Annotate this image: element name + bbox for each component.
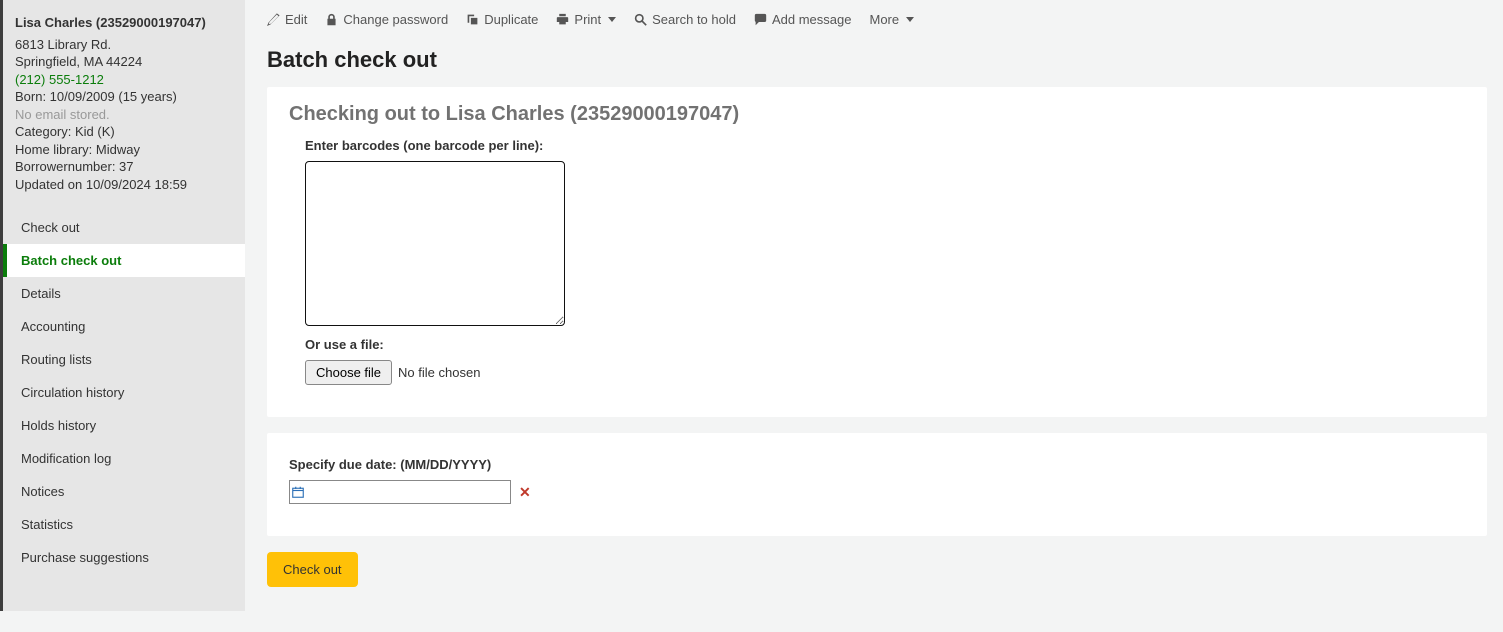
print-label: Print (574, 12, 601, 27)
barcodes-input[interactable] (305, 161, 565, 326)
page-title: Batch check out (267, 47, 1487, 73)
pencil-icon (267, 13, 280, 26)
sidebar-nav: Check outBatch check outDetailsAccountin… (3, 211, 245, 574)
sidebar-item-statistics[interactable]: Statistics (3, 508, 245, 541)
patron-born: Born: 10/09/2009 (15 years) (15, 88, 233, 106)
patron-category: Category: Kid (K) (15, 123, 233, 141)
barcodes-label: Enter barcodes (one barcode per line): (305, 138, 1465, 153)
duplicate-icon (466, 13, 479, 26)
edit-button[interactable]: Edit (267, 12, 307, 27)
caret-down-icon (906, 17, 914, 22)
file-row: Or use a file: Choose file No file chose… (305, 337, 1465, 385)
edit-label: Edit (285, 12, 307, 27)
more-label: More (869, 12, 899, 27)
patron-info: Lisa Charles (23529000197047) 6813 Libra… (3, 0, 245, 211)
checkout-submit-button[interactable]: Check out (267, 552, 358, 587)
sidebar-item-notices[interactable]: Notices (3, 475, 245, 508)
toolbar: Edit Change password Duplicate Print Sea… (267, 10, 1487, 39)
file-label: Or use a file: (305, 337, 1465, 352)
sidebar-item-details[interactable]: Details (3, 277, 245, 310)
file-status: No file chosen (398, 365, 480, 380)
comment-icon (754, 13, 767, 26)
print-icon (556, 13, 569, 26)
patron-email: No email stored. (15, 106, 233, 124)
left-sidebar: Lisa Charles (23529000197047) 6813 Libra… (0, 0, 245, 611)
sidebar-item-holds-history[interactable]: Holds history (3, 409, 245, 442)
barcodes-row: Enter barcodes (one barcode per line): (305, 138, 1465, 329)
patron-borrowernumber: Borrowernumber: 37 (15, 158, 233, 176)
sidebar-item-purchase-suggestions[interactable]: Purchase suggestions (3, 541, 245, 574)
due-date-panel: Specify due date: (MM/DD/YYYY) ✕ (267, 433, 1487, 536)
main-content: Edit Change password Duplicate Print Sea… (245, 0, 1503, 611)
sidebar-item-routing-lists[interactable]: Routing lists (3, 343, 245, 376)
sidebar-item-accounting[interactable]: Accounting (3, 310, 245, 343)
lock-icon (325, 13, 338, 26)
search-to-hold-button[interactable]: Search to hold (634, 12, 736, 27)
due-date-input[interactable] (306, 483, 510, 502)
patron-phone[interactable]: (212) 555-1212 (15, 71, 233, 89)
patron-address-2: Springfield, MA 44224 (15, 53, 233, 71)
add-message-button[interactable]: Add message (754, 12, 852, 27)
print-button[interactable]: Print (556, 12, 616, 27)
change-password-label: Change password (343, 12, 448, 27)
sidebar-item-batch-check-out[interactable]: Batch check out (3, 244, 245, 277)
add-message-label: Add message (772, 12, 852, 27)
more-button[interactable]: More (869, 12, 914, 27)
patron-address-1: 6813 Library Rd. (15, 36, 233, 54)
calendar-icon (290, 486, 306, 498)
search-icon (634, 13, 647, 26)
due-date-label: Specify due date: (MM/DD/YYYY) (289, 457, 1465, 472)
clear-date-button[interactable]: ✕ (519, 484, 531, 501)
sidebar-item-circulation-history[interactable]: Circulation history (3, 376, 245, 409)
choose-file-button[interactable]: Choose file (305, 360, 392, 385)
patron-updated: Updated on 10/09/2024 18:59 (15, 176, 233, 194)
sidebar-item-modification-log[interactable]: Modification log (3, 442, 245, 475)
search-to-hold-label: Search to hold (652, 12, 736, 27)
due-date-field[interactable] (289, 480, 511, 504)
checkout-panel: Checking out to Lisa Charles (2352900019… (267, 87, 1487, 417)
duplicate-button[interactable]: Duplicate (466, 12, 538, 27)
duplicate-label: Duplicate (484, 12, 538, 27)
patron-name: Lisa Charles (23529000197047) (15, 14, 233, 32)
sidebar-item-check-out[interactable]: Check out (3, 211, 245, 244)
panel-heading: Checking out to Lisa Charles (2352900019… (289, 103, 1465, 126)
patron-home-library: Home library: Midway (15, 141, 233, 159)
change-password-button[interactable]: Change password (325, 12, 448, 27)
caret-down-icon (608, 17, 616, 22)
